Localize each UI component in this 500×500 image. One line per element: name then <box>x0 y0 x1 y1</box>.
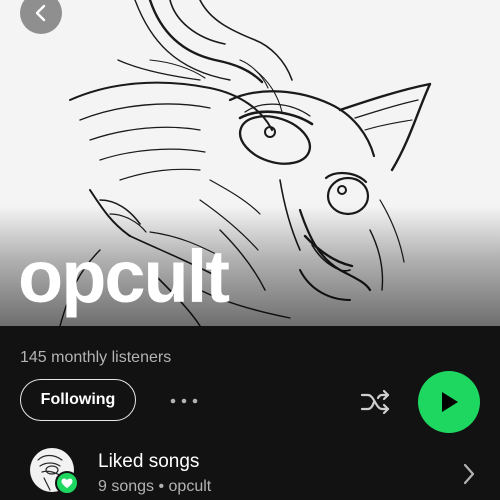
monthly-listeners: 145 monthly listeners <box>20 349 172 366</box>
play-button[interactable] <box>418 371 480 433</box>
liked-songs-row[interactable]: Liked songs 9 songs • opcult <box>0 440 500 500</box>
liked-songs-title: Liked songs <box>98 451 200 472</box>
following-button[interactable]: Following <box>20 379 136 421</box>
heart-icon <box>61 478 73 488</box>
chevron-right-icon <box>463 463 475 485</box>
shuffle-button[interactable] <box>358 386 394 418</box>
liked-songs-subtitle: 9 songs • opcult <box>98 478 212 495</box>
chevron-left-icon <box>35 4 46 22</box>
liked-badge <box>55 471 79 495</box>
artist-page: opcult 145 monthly listeners Following L… <box>0 0 500 500</box>
more-horizontal-icon <box>170 398 198 404</box>
artist-name: opcult <box>18 235 230 318</box>
play-icon <box>442 392 458 412</box>
more-options-button[interactable] <box>164 388 204 414</box>
shuffle-icon <box>360 389 390 415</box>
